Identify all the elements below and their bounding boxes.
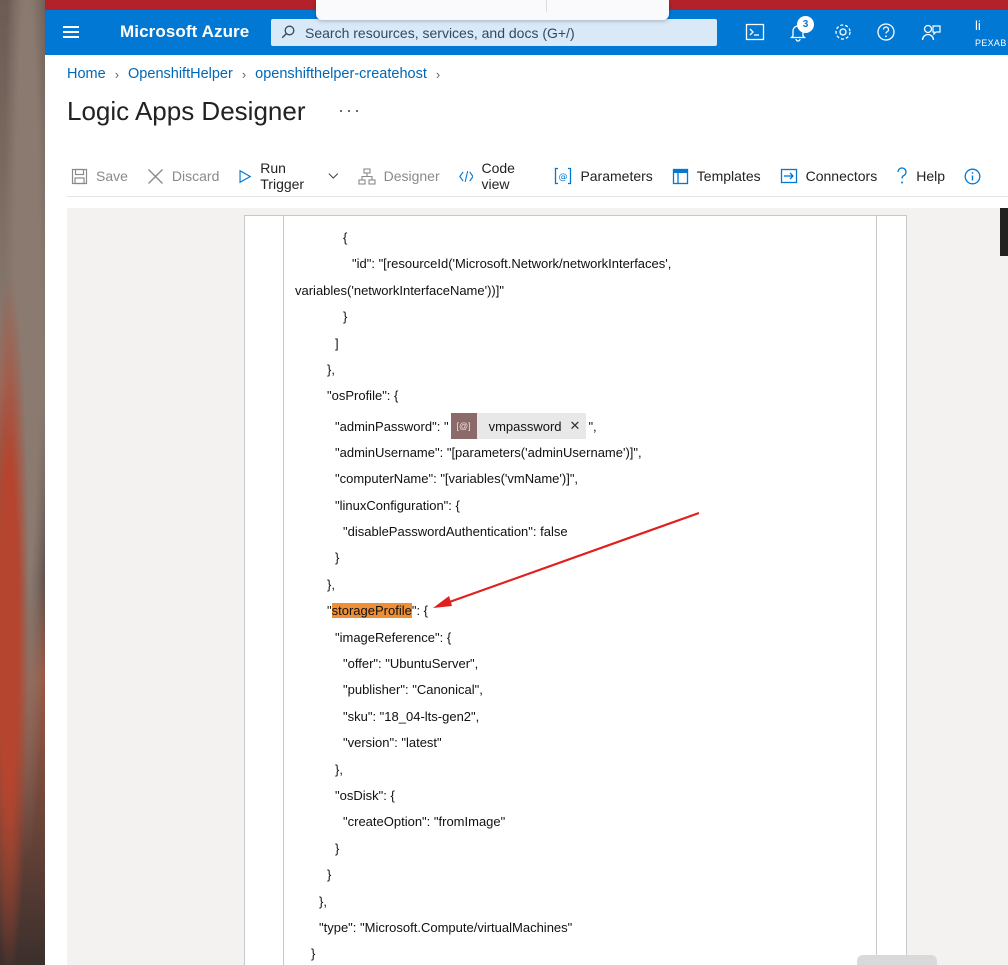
code-line: }, (335, 762, 343, 777)
code-line: "type": "Microsoft.Compute/virtualMachin… (319, 920, 573, 935)
overlay-remnant (857, 955, 937, 965)
code-line: "imageReference": { (335, 630, 452, 645)
code-line: variables('networkInterfaceName'))]" (295, 283, 504, 298)
feedback-icon[interactable] (921, 22, 941, 42)
cloud-shell-icon[interactable] (745, 22, 765, 42)
save-icon (71, 168, 88, 184)
code-line: } (327, 867, 332, 882)
svg-text:@: @ (559, 173, 568, 183)
parameter-token-icon: [@] (450, 413, 477, 439)
desktop-wallpaper (0, 0, 45, 965)
connectors-label: Connectors (805, 168, 878, 184)
code-line: "publisher": "Canonical", (343, 682, 483, 697)
annotation-arrow-icon (433, 511, 700, 608)
search-icon (281, 25, 295, 39)
save-label: Save (96, 168, 128, 184)
discard-button[interactable]: Discard (147, 168, 219, 185)
chevron-down-icon[interactable] (328, 172, 339, 180)
code-text: "adminPassword": " (335, 418, 449, 434)
help-icon[interactable] (876, 22, 896, 42)
breadcrumb-logic-app[interactable]: openshifthelper-createhost (255, 66, 427, 82)
templates-icon (672, 168, 688, 184)
code-line: "computerName": "[variables('vmName')]", (335, 471, 579, 486)
code-line: { (343, 230, 348, 245)
code-line-admin-password: "adminPassword": " [@] vmpassword ✕ ", (335, 412, 597, 440)
code-line: "adminUsername": "[parameters('adminUser… (335, 445, 642, 460)
code-line: "sku": "18_04-lts-gen2", (343, 709, 480, 724)
toolbar-divider (67, 196, 1008, 197)
code-icon (458, 170, 474, 182)
designer-hierarchy-icon (358, 167, 376, 185)
close-icon (147, 168, 163, 184)
question-icon (897, 167, 907, 184)
info-icon (964, 168, 981, 184)
chevron-right-icon: › (435, 66, 441, 82)
code-line: ] (335, 336, 339, 351)
brand-title[interactable]: Microsoft Azure (120, 22, 249, 42)
help-label: Help (916, 168, 945, 184)
code-line: "osProfile": { (327, 388, 399, 403)
breadcrumb-resource-group[interactable]: OpenshiftHelper (128, 66, 233, 82)
code-line: } (311, 946, 316, 961)
code-view-button[interactable]: Code view (458, 160, 536, 192)
parameter-token[interactable]: [@] vmpassword ✕ (450, 413, 587, 439)
parameters-button[interactable]: @ Parameters (554, 167, 653, 185)
designer-button[interactable]: Designer (358, 167, 440, 185)
parameters-label: Parameters (580, 168, 653, 184)
code-line: }, (319, 894, 327, 909)
code-line: "osDisk": { (335, 788, 395, 803)
global-search[interactable] (271, 19, 717, 46)
designer-label: Designer (383, 168, 440, 184)
breadcrumb: Home › OpenshiftHelper › openshifthelper… (67, 66, 449, 82)
menu-icon[interactable] (63, 26, 79, 38)
templates-button[interactable]: Templates (672, 168, 761, 185)
info-button[interactable] (964, 168, 989, 185)
templates-label: Templates (696, 168, 761, 184)
account-name[interactable]: li (975, 18, 981, 33)
code-line: "createOption": "fromImage" (343, 814, 506, 829)
code-line: }, (327, 362, 335, 377)
code-line: } (335, 841, 340, 856)
run-trigger-button[interactable]: Run Trigger (238, 160, 339, 192)
code-text: ", (588, 418, 597, 434)
connectors-button[interactable]: Connectors (780, 168, 878, 184)
code-text: " (327, 603, 332, 618)
settings-gear-icon[interactable] (833, 22, 853, 42)
code-line: } (335, 550, 340, 565)
remove-token-close-icon[interactable]: ✕ (570, 418, 587, 434)
notifications-badge: 3 (797, 16, 814, 33)
play-icon (239, 169, 252, 183)
more-options-button[interactable]: ··· (338, 100, 362, 121)
parameters-icon: @ (555, 167, 572, 185)
code-view-label: Code view (481, 160, 515, 192)
parameter-token-label: vmpassword (488, 418, 562, 434)
code-line-storage-profile: "storageProfile": { (327, 603, 428, 618)
code-line: }, (327, 577, 335, 592)
code-line: } (343, 309, 348, 324)
discard-label: Discard (171, 168, 220, 184)
chevron-right-icon: › (241, 66, 247, 82)
account-tenant[interactable]: PEXAB (975, 38, 1007, 48)
code-line: "version": "latest" (343, 735, 442, 750)
help-button[interactable]: Help (896, 167, 945, 185)
save-button[interactable]: Save (71, 168, 128, 185)
connectors-icon (780, 168, 797, 184)
dropdown-popup (316, 0, 669, 20)
run-trigger-label: Run Trigger (260, 160, 305, 192)
designer-toolbar: Save Discard Run Trigger Designer Code v… (71, 160, 1008, 192)
browser-window: Microsoft Azure 3 li PEXAB Home › Opensh… (45, 0, 1008, 965)
page-title: Logic Apps Designer (67, 96, 306, 126)
code-line: "id": "[resourceId('Microsoft.Network/ne… (352, 256, 672, 271)
breadcrumb-home[interactable]: Home (67, 66, 106, 82)
highlighted-search-match: storageProfile (331, 603, 412, 618)
code-line: "offer": "UbuntuServer", (343, 656, 479, 671)
vertical-scrollbar[interactable] (1000, 208, 1008, 256)
chevron-right-icon: › (114, 66, 120, 82)
search-input[interactable] (303, 23, 707, 43)
